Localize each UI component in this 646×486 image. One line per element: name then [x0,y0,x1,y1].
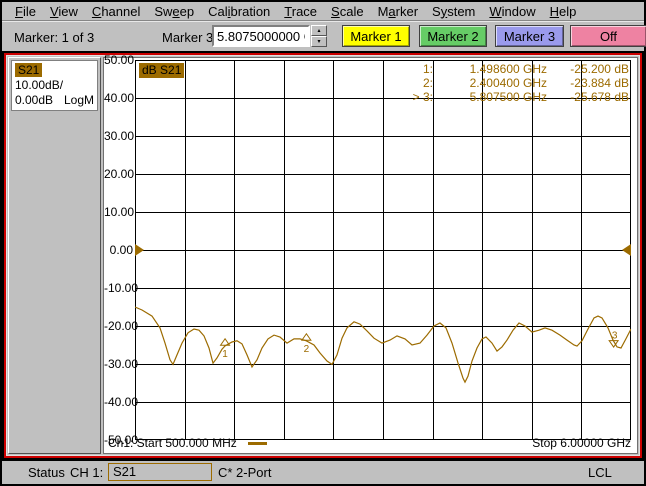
trace-color-dash-icon [248,442,267,445]
status-bar: Status CH 1: S21 C* 2-Port LCL [2,461,644,484]
trace-sidebar: S21 10.00dB/ 0.00dB LogM [8,57,101,454]
lcl-indicator: LCL [588,465,612,480]
menu-window[interactable]: Window [482,3,542,20]
readout-row: > 3: 5.807500 GHz -25.678 dB [401,90,629,104]
readout-cell: 1.498600 GHz [469,62,547,76]
menu-sweep[interactable]: Sweep [147,3,201,20]
y-tick-label: -40.00 [104,395,139,409]
menu-file[interactable]: File [8,3,43,20]
stepper-down-icon[interactable]: ▾ [311,36,327,47]
status-label: Status [28,465,65,480]
menu-scale[interactable]: Scale [324,3,371,20]
readout-cell: 5.807500 GHz [469,90,547,104]
y-tick-label: 40.00 [104,91,135,105]
marker-field-label: Marker 3 [162,30,214,45]
button-marker-3[interactable]: Marker 3 [495,25,564,47]
ref-level-right-icon[interactable] [622,244,631,256]
y-tick-label: -20.00 [104,319,139,333]
menu-bar: File View Channel Sweep Calibration Trace Scal… [2,2,644,21]
marker-2-number: 2 [304,344,310,355]
marker-toolbar: Marker: 1 of 3 Marker 3 ▴ ▾ Marker 1 Mark… [2,22,646,51]
marker-3-number: 3 [612,331,618,342]
readout-cell: 1: [422,62,433,76]
menu-marker[interactable]: Marker [371,3,425,20]
stepper-up-icon[interactable]: ▴ [311,25,327,36]
cal-status-text: C* 2-Port [218,465,272,480]
trace-scale-text: 10.00dB/ [15,78,64,92]
readout-cell: -25.678 dB [570,90,629,104]
plot-canvas[interactable]: 1 2 3 [135,60,631,441]
menu-view[interactable]: View [43,3,85,20]
stop-frequency-label: Stop 6.00000 GHz [532,436,631,450]
y-tick-label: 30.00 [104,129,135,143]
graph-area: 50.00 40.00 30.00 20.00 10.00 0.00 -10.00 -20.0… [103,53,638,454]
marker-frequency-input[interactable] [212,25,310,47]
button-off[interactable]: Off [570,25,646,47]
channel-label: CH 1: [70,465,104,480]
readout-cell: -23.884 dB [570,76,629,90]
readout-cell: -25.200 dB [570,62,629,76]
marker-1-number: 1 [222,349,228,360]
trace-legend[interactable]: S21 10.00dB/ 0.00dB LogM [11,60,98,111]
readout-row: 2: 2.400400 GHz -23.884 dB [401,76,629,90]
menu-calibration[interactable]: Calibration [201,3,277,20]
y-tick-label: -30.00 [104,357,139,371]
readout-row: 1: 1.498600 GHz -25.200 dB [401,62,629,76]
trace-reference-text: 0.00dB [15,93,54,107]
trace-name-badge[interactable]: S21 [15,63,43,77]
marker-readout: 1: 1.498600 GHz -25.200 dB 2: 2.400400 GHz -2… [401,62,629,104]
y-tick-label: 0.00 [109,243,133,257]
marker-frequency-stepper: ▴ ▾ [311,25,327,47]
y-tick-label: 50.00 [104,53,135,67]
menu-help[interactable]: Help [543,3,584,20]
start-frequency-label: Ch1: Start 500.000 MHz [108,436,237,450]
chart-title-badge: dB S21 [139,63,185,78]
readout-cell: 2: [422,76,433,90]
channel-window: S21 10.00dB/ 0.00dB LogM 50.00 40.00 30.00… [4,53,642,458]
ref-level-left-icon[interactable] [135,244,144,256]
button-marker-2[interactable]: Marker 2 [419,25,487,47]
menu-channel[interactable]: Channel [85,3,147,20]
trace-format-text: LogM [63,93,94,107]
menu-system[interactable]: System [425,3,482,20]
marker-status-text: Marker: 1 of 3 [14,30,95,45]
y-tick-label: -10.00 [104,281,139,295]
x-axis-labels: Ch1: Start 500.000 MHz Stop 6.00000 GHz [108,436,631,451]
y-tick-label: 10.00 [104,205,135,219]
button-marker-1[interactable]: Marker 1 [342,25,410,47]
readout-cell: > 3: [412,90,433,104]
y-tick-label: 20.00 [104,167,135,181]
vna-application-window: File View Channel Sweep Calibration Trace Scal… [0,0,646,486]
menu-trace[interactable]: Trace [277,3,324,20]
measurement-box: S21 [108,463,212,481]
readout-cell: 2.400400 GHz [469,76,547,90]
